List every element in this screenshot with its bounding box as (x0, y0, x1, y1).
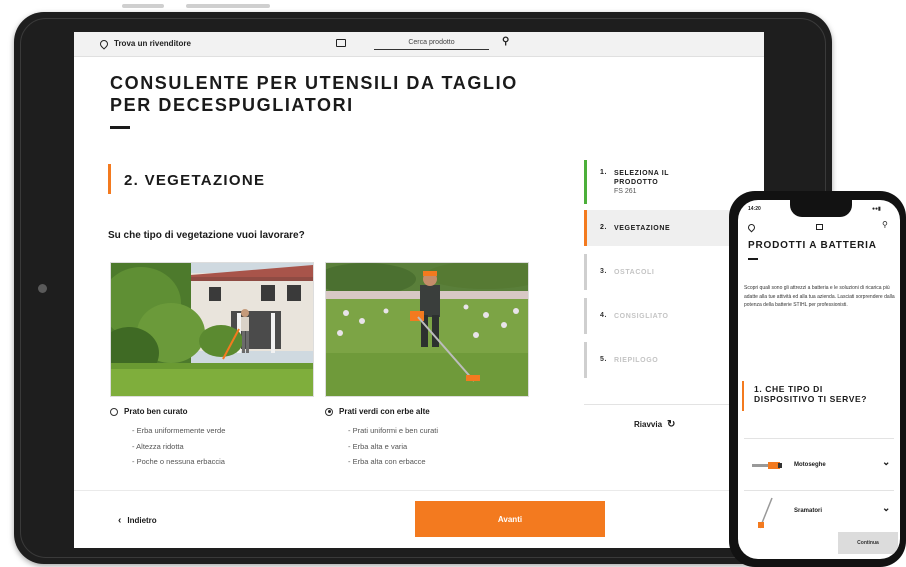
step-number: 2. (600, 224, 608, 231)
back-label: Indietro (127, 516, 157, 525)
bullet-item: - Prati uniformi e ben curati (348, 426, 439, 435)
phone-step-title-line: 1. CHE TIPO DI (754, 384, 823, 394)
option-image-well-kept-lawn[interactable] (110, 262, 314, 397)
bullet-item: - Erba alta con erbacce (348, 457, 426, 466)
phone-item-label: Sramatori (794, 508, 823, 514)
option-label: Prato ben curato (124, 407, 188, 416)
step-status-bar (584, 342, 587, 378)
pole-pruner-icon (758, 497, 773, 529)
option-bullets-tall-grass: - Prati uniformi e ben curati - Erba alt… (348, 423, 438, 470)
step-title: 2. VEGETAZIONE (124, 172, 266, 189)
search-icon[interactable]: ⚲ (502, 36, 509, 47)
phone-step-title-line: DISPOSITIVO TI SERVE? (754, 394, 868, 404)
phone-item-label: Motoseghe (794, 462, 826, 468)
restart-button[interactable]: Riavvia ↻ (634, 419, 675, 430)
search-input[interactable]: Cerca prodotto (374, 37, 489, 50)
continue-button[interactable]: Continua (838, 532, 898, 554)
garden-lawn-image (111, 263, 313, 396)
phone-step-accent-bar (742, 381, 744, 411)
step-label: VEGETAZIONE (614, 225, 671, 232)
step-label: SELEZIONA IL PRODOTTO FS 261 (614, 169, 669, 196)
step-sub-value: FS 261 (614, 188, 637, 195)
dealer-locator-link[interactable]: Trova un rivenditore (98, 37, 191, 50)
restart-icon: ↻ (667, 419, 676, 430)
option-radio-tall-grass[interactable]: Prati verdi con erbe alte (325, 407, 430, 416)
tablet-camera (38, 284, 47, 293)
step-number: 3. (600, 268, 608, 275)
phone-screen: 14:20 ●●▮ ⚲ PRODOTTI A BATTERIA Scopri q… (738, 200, 900, 559)
top-bar: Trova un rivenditore Cerca prodotto ⚲ (74, 32, 764, 57)
tall-grass-image (326, 263, 528, 396)
tablet-screen: Trova un rivenditore Cerca prodotto ⚲ CO… (74, 32, 764, 548)
phone-page-title: PRODOTTI A BATTERIA (748, 240, 877, 251)
step-status-bar (584, 254, 587, 290)
step-number: 4. (600, 312, 608, 319)
catalog-icon[interactable] (816, 224, 823, 230)
phone-title-underline (748, 258, 758, 260)
phone-divider (744, 490, 894, 491)
bullet-item: - Poche o nessuna erbaccia (132, 457, 225, 466)
phone-notch (790, 200, 852, 217)
step-status-bar (584, 298, 587, 334)
chevron-down-icon: ⌄ (882, 457, 891, 468)
step-label: OSTACOLI (614, 269, 655, 276)
page-title-line-2: PER DECESPUGLIATORI (110, 95, 354, 115)
tablet-volume-button (122, 4, 164, 8)
chevron-down-icon: ⌄ (882, 503, 891, 514)
phone-item-pole-pruners[interactable]: Sramatori ⌄ (738, 492, 900, 532)
location-pin-icon (98, 37, 110, 50)
step-label: CONSIGLIATO (614, 313, 669, 320)
bullet-item: - Altezza ridotta (132, 441, 184, 451)
step-number: 1. (600, 169, 608, 176)
step-label-line: SELEZIONA IL (614, 170, 670, 177)
chevron-left-icon: ‹ (118, 515, 122, 526)
phone-divider (744, 438, 894, 439)
bullet-item: - Erba uniformemente verde (132, 426, 226, 435)
phone-status-icons: ●●▮ (872, 206, 881, 212)
title-underline (110, 126, 130, 129)
radio-selected-icon[interactable] (325, 407, 333, 416)
page-title-line-1: CONSULENTE PER UTENSILI DA TAGLIO (110, 73, 518, 93)
radio-unselected-icon[interactable] (110, 407, 118, 416)
page-title: CONSULENTE PER UTENSILI DA TAGLIO PER DE… (110, 72, 580, 116)
step-accent-bar (108, 164, 111, 194)
phone-step-title: 1. CHE TIPO DI DISPOSITIVO TI SERVE? (754, 384, 898, 404)
step-label-line: PRODOTTO (614, 179, 659, 186)
chainsaw-icon (752, 462, 782, 469)
tablet-power-button (186, 4, 270, 8)
step-label: RIEPILOGO (614, 357, 659, 364)
phone-intro-text: Scopri quali sono gli attrezzi a batteri… (744, 285, 895, 308)
back-button[interactable]: ‹ Indietro (118, 515, 157, 526)
phone-item-chainsaws[interactable]: Motoseghe ⌄ (738, 446, 900, 486)
option-image-tall-grass[interactable] (325, 262, 529, 397)
option-bullets-well-kept-lawn: - Erba uniformemente verde - Altezza rid… (132, 423, 225, 470)
search-icon[interactable]: ⚲ (882, 220, 888, 229)
step-status-bar (584, 210, 587, 246)
dealer-locator-label: Trova un rivenditore (114, 39, 191, 48)
question-text: Su che tipo di vegetazione vuoi lavorare… (108, 230, 305, 241)
option-label: Prati verdi con erbe alte (339, 407, 430, 416)
bullet-item: - Erba alta e varia (348, 441, 408, 451)
next-button[interactable]: Avanti (415, 501, 605, 537)
location-pin-icon[interactable] (746, 222, 757, 233)
footer-divider (74, 490, 764, 491)
option-radio-well-kept-lawn[interactable]: Prato ben curato (110, 407, 188, 416)
step-status-bar (584, 160, 587, 204)
catalog-icon[interactable] (336, 39, 346, 47)
step-number: 5. (600, 356, 608, 363)
restart-label: Riavvia (634, 420, 663, 429)
phone-status-time: 14:20 (748, 206, 761, 212)
